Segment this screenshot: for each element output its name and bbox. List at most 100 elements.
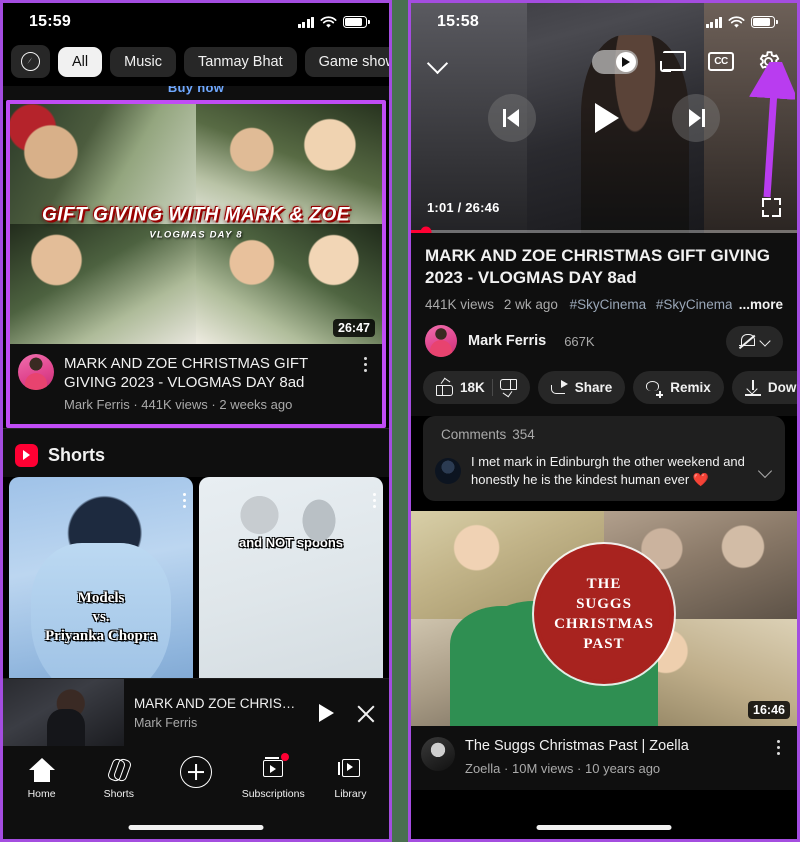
mini-player-channel: Mark Ferris xyxy=(134,715,198,730)
video-info-block: MARK AND ZOE CHRISTMAS GIFT GIVING 2023 … xyxy=(411,233,797,312)
highlighted-video-card[interactable]: GIFT GIVING WITH MARK & ZOE VLOGMAS DAY … xyxy=(6,100,386,428)
channel-avatar[interactable] xyxy=(18,354,54,390)
status-clock: 15:59 xyxy=(29,13,71,30)
seal-line-1: THE xyxy=(586,576,622,593)
video-title: MARK AND ZOE CHRISTMAS GIFT GIVING 2023 … xyxy=(64,355,308,391)
video-age: 2 weeks ago xyxy=(219,397,293,412)
channel-avatar[interactable] xyxy=(425,325,457,357)
up-next-meta-row[interactable]: The Suggs Christmas Past | Zoella Zoella… xyxy=(411,726,797,790)
battery-icon xyxy=(343,16,370,28)
video-hashtag-2[interactable]: #SkyCinemaClub xyxy=(656,297,732,312)
nav-item-create[interactable] xyxy=(157,756,234,788)
channel-name[interactable]: Mark Ferris xyxy=(468,333,546,349)
up-next-seal-badge: THE SUGGS CHRISTMAS PAST xyxy=(538,548,670,681)
chip-music[interactable]: Music xyxy=(110,46,176,77)
short-overlay-text-1: Models vs. Priyanka Chopra xyxy=(44,590,158,645)
shorts-shelf-header: Shorts xyxy=(3,438,389,477)
video-hashtag-1[interactable]: #SkyCinema xyxy=(570,297,647,312)
subscribed-bell-button[interactable] xyxy=(726,325,783,357)
nav-label-library: Library xyxy=(334,788,367,800)
up-next-channel-avatar[interactable] xyxy=(421,737,455,771)
progress-knob[interactable] xyxy=(420,226,432,233)
up-next-age: 10 years ago xyxy=(585,761,661,776)
video-thumbnail[interactable]: GIFT GIVING WITH MARK & ZOE VLOGMAS DAY … xyxy=(10,104,382,344)
compass-explore-icon xyxy=(21,52,40,71)
player-bottom-controls: 1:01 / 26:46 xyxy=(411,198,797,217)
close-icon[interactable] xyxy=(343,679,389,746)
thumbs-up-icon[interactable] xyxy=(436,377,453,396)
wifi-icon xyxy=(728,15,745,28)
home-indicator xyxy=(128,825,264,830)
share-icon xyxy=(550,380,568,395)
nav-item-shorts[interactable]: Shorts xyxy=(80,756,157,800)
download-label: Download xyxy=(767,380,797,395)
video-actions-row[interactable]: 18K Share Remix Download xyxy=(411,369,797,416)
video-age: 2 wk ago xyxy=(503,297,558,312)
nav-item-home[interactable]: Home xyxy=(3,756,80,800)
status-clock: 15:58 xyxy=(437,13,479,30)
chip-tanmay-bhat[interactable]: Tanmay Bhat xyxy=(184,46,297,77)
shelf-divider xyxy=(3,428,389,438)
status-icons xyxy=(297,15,370,29)
up-next-thumbnail[interactable]: THE SUGGS CHRISTMAS PAST 16:46 xyxy=(411,511,797,726)
battery-icon xyxy=(751,16,778,28)
player-top-controls: CC xyxy=(411,49,797,74)
nav-label-home: Home xyxy=(27,788,56,800)
nav-item-library[interactable]: Library xyxy=(312,756,389,800)
play-icon[interactable] xyxy=(580,94,628,142)
short-menu-icon[interactable] xyxy=(183,493,186,508)
notification-dot xyxy=(281,753,290,761)
mini-player-thumbnail[interactable] xyxy=(3,678,124,747)
chip-explore[interactable] xyxy=(11,45,50,78)
remix-button[interactable]: Remix xyxy=(633,371,724,404)
right-screen: 15:58 CC 1:01 / 26:46 MARK AND ZOE CHRIS… xyxy=(411,3,797,839)
mini-player[interactable]: MARK AND ZOE CHRISTM... Mark Ferris xyxy=(3,678,389,747)
thumbs-down-icon[interactable] xyxy=(500,379,517,398)
kebab-menu-icon[interactable] xyxy=(356,354,374,372)
chip-all[interactable]: All xyxy=(58,46,103,77)
category-chips-row[interactable]: All Music Tanmay Bhat Game shows xyxy=(3,41,389,86)
comments-card[interactable]: Comments 354 I met mark in Edinburgh the … xyxy=(423,416,785,501)
peek-label: Buy now xyxy=(167,86,225,95)
video-views: 441K views xyxy=(141,397,208,412)
like-dislike-group[interactable]: 18K xyxy=(423,371,530,404)
fullscreen-icon[interactable] xyxy=(762,198,781,217)
cast-icon[interactable] xyxy=(660,51,686,72)
short-menu-icon[interactable] xyxy=(373,493,376,508)
signal-bars-icon xyxy=(705,16,722,28)
kebab-menu-icon[interactable] xyxy=(769,737,787,755)
chevron-down-icon[interactable] xyxy=(427,51,449,73)
player-progress-bar[interactable] xyxy=(411,226,797,233)
video-channel: Mark Ferris xyxy=(64,397,130,412)
video-player[interactable]: 15:58 CC 1:01 / 26:46 xyxy=(411,3,797,233)
right-phone-panel: 15:58 CC 1:01 / 26:46 MARK AND ZOE CHRIS… xyxy=(408,0,800,842)
video-views: 441K views xyxy=(425,297,495,312)
nav-label-shorts: Shorts xyxy=(103,788,134,800)
previous-card-peek: Buy now xyxy=(3,86,389,100)
bottom-navigation-bar[interactable]: Home Shorts Subscriptions Library xyxy=(3,746,389,839)
video-title: MARK AND ZOE CHRISTMAS GIFT GIVING 2023 … xyxy=(425,246,771,287)
captions-icon[interactable]: CC xyxy=(708,52,734,71)
download-button[interactable]: Download xyxy=(731,371,797,404)
previous-icon[interactable] xyxy=(488,94,536,142)
comments-header: Comments 354 xyxy=(435,427,773,443)
play-icon[interactable] xyxy=(309,704,343,722)
video-meta-row: 441K views 2 wk ago #SkyCinema #SkyCinem… xyxy=(425,297,783,312)
top-comment-row[interactable]: I met mark in Edinburgh the other weeken… xyxy=(435,453,773,489)
gear-icon[interactable] xyxy=(756,49,781,74)
autoplay-toggle[interactable] xyxy=(592,49,638,74)
next-icon[interactable] xyxy=(672,94,720,142)
up-next-views: 10M views xyxy=(512,761,574,776)
share-button[interactable]: Share xyxy=(537,371,626,404)
status-icons xyxy=(705,15,778,29)
player-timecode: 1:01 / 26:46 xyxy=(427,200,500,215)
divider xyxy=(491,379,493,396)
thumbnail-overlay-title: GIFT GIVING WITH MARK & ZOE VLOGMAS DAY … xyxy=(10,205,382,241)
nav-item-subscriptions[interactable]: Subscriptions xyxy=(235,753,312,800)
create-plus-icon xyxy=(180,756,212,788)
chip-game-shows[interactable]: Game shows xyxy=(304,46,389,77)
more-description-link[interactable]: ...more xyxy=(739,297,783,312)
chevron-down-icon[interactable] xyxy=(757,463,773,479)
up-next-subtitle: Zoella · 10M views · 10 years ago xyxy=(465,761,661,776)
channel-row[interactable]: Mark Ferris 667K xyxy=(411,312,797,369)
